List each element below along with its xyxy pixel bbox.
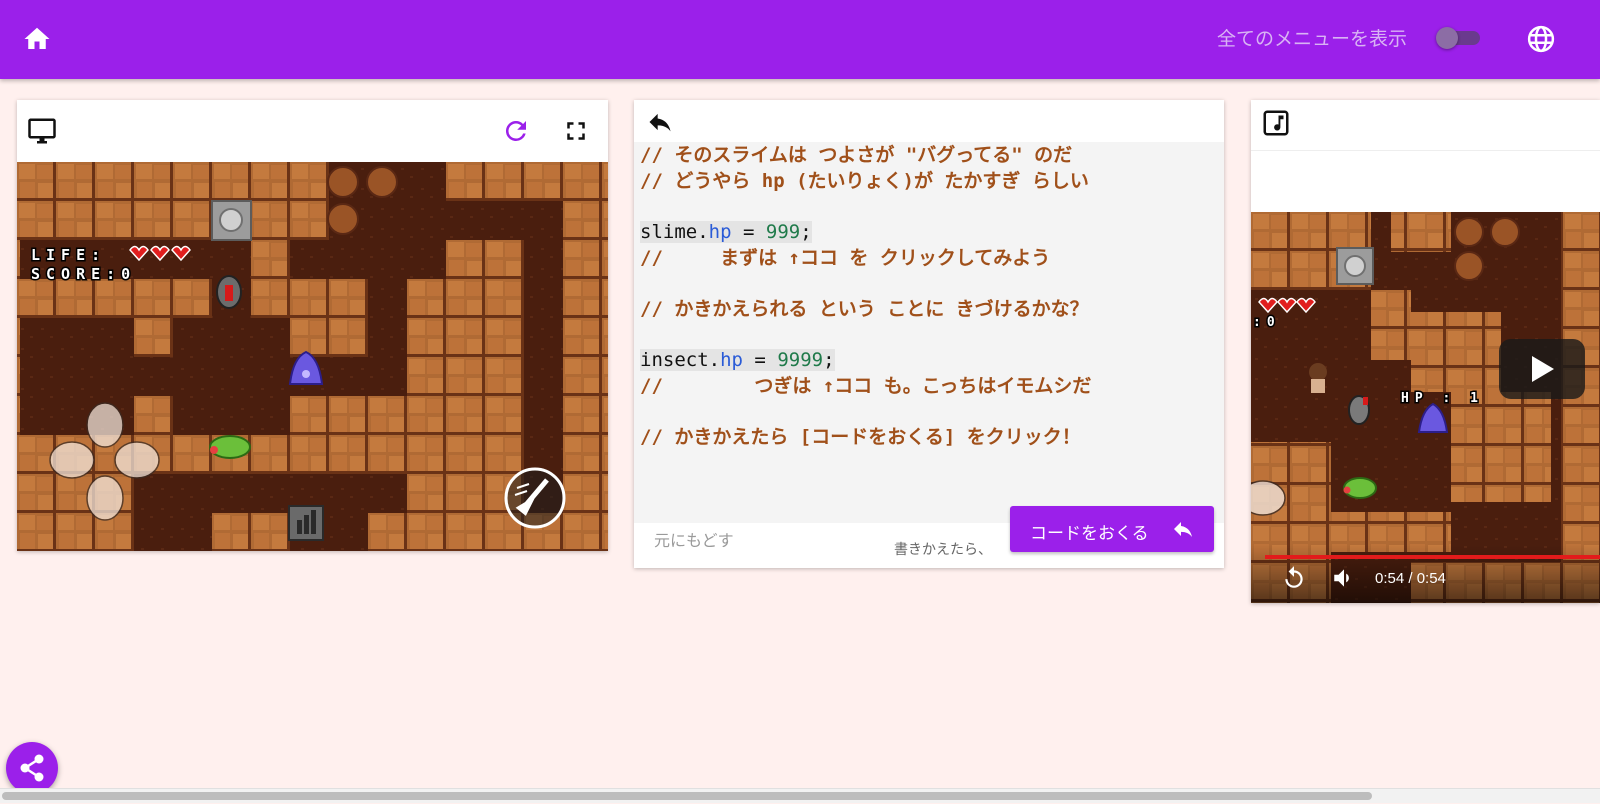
- video-controls: 0:54 / 0:54: [1251, 545, 1600, 603]
- video-progress-bar[interactable]: [1265, 555, 1600, 559]
- scrollbar-thumb[interactable]: [2, 792, 1372, 800]
- play-button[interactable]: [1499, 339, 1585, 399]
- insect-hp-property: hp: [720, 349, 743, 371]
- volume-button[interactable]: [1331, 565, 1361, 595]
- screen-button[interactable]: [27, 116, 57, 146]
- video-player[interactable]: :0 HP : 1 0:54 / 0:54: [1251, 212, 1600, 603]
- game-toolbar: [17, 100, 608, 162]
- insect-enemy: [209, 435, 251, 459]
- code-toolbar: [634, 100, 1224, 142]
- slime-hp-value[interactable]: 999: [766, 221, 800, 243]
- send-code-button[interactable]: コードをおくる: [1010, 506, 1214, 552]
- home-icon: [24, 27, 50, 49]
- video-hud-score: :0: [1253, 315, 1281, 330]
- undo-link[interactable]: 元にもどす: [654, 527, 734, 551]
- game-screen[interactable]: LIFE: SCORE:0: [17, 162, 608, 551]
- insect-hp-value[interactable]: 9999: [777, 349, 823, 371]
- globe-icon: [1527, 25, 1555, 53]
- hud-life-label: LIFE:: [31, 246, 106, 264]
- video-panel: :0 HP : 1 0:54 / 0:54: [1251, 100, 1600, 603]
- share-icon: [20, 754, 44, 782]
- rewrite-hint: 書きかえたら、: [894, 542, 992, 558]
- share-button[interactable]: [6, 742, 58, 794]
- reply-arrow-icon: [1174, 522, 1192, 537]
- language-button[interactable]: [1526, 24, 1556, 54]
- code-line-7: // かきかえられる という ことに きづけるかな？: [640, 298, 1089, 320]
- app-header: 全てのメニューを表示: [0, 0, 1600, 79]
- music-button[interactable]: [1261, 108, 1291, 138]
- code-line-12: // かきかえたら [コードをおくる] をクリック！: [640, 426, 1081, 448]
- insect-object: insect: [640, 349, 709, 371]
- slime-equals: =: [731, 221, 766, 243]
- show-all-menu-toggle[interactable]: [1436, 27, 1482, 49]
- video-knight: [1348, 395, 1370, 425]
- horizontal-scrollbar[interactable]: [0, 788, 1600, 803]
- stairs-block: [288, 505, 324, 541]
- code-line-5: // まずは ↑ココ を クリックしてみよう: [640, 247, 1051, 269]
- monitor-icon: [28, 118, 56, 144]
- code-panel: // そのスライムは つよさが "バグってる" のだ // どうやら hp (た…: [634, 100, 1224, 568]
- video-toolbar: [1251, 100, 1600, 151]
- code-line-2: // どうやら hp (たいりょく)が たかすぎ らしい: [640, 170, 1089, 192]
- send-code-label: コードをおくる: [1030, 524, 1149, 544]
- code-line-slime[interactable]: slime.hp = 999;: [640, 219, 812, 245]
- code-line-insect[interactable]: insect.hp = 9999;: [640, 347, 835, 373]
- attack-button: [504, 467, 566, 529]
- insect-semicolon: ;: [823, 349, 835, 371]
- slime-hp-property: hp: [708, 221, 732, 243]
- fullscreen-icon: [567, 122, 585, 140]
- undo-arrow-icon: [649, 113, 671, 132]
- toggle-thumb: [1436, 27, 1458, 49]
- hud-score: SCORE:0: [31, 265, 136, 283]
- enemy-hp-label: HP : 1: [1401, 391, 1484, 406]
- video-insect: [1343, 477, 1377, 499]
- music-note-icon: [1263, 110, 1289, 136]
- slime-object: slime: [640, 221, 698, 243]
- video-time: 0:54 / 0:54: [1375, 570, 1446, 587]
- metal-block: [211, 200, 252, 241]
- home-button[interactable]: [22, 24, 52, 54]
- replay-button[interactable]: [1281, 565, 1311, 595]
- play-icon: [1532, 356, 1554, 382]
- game-scene: LIFE: SCORE:0: [17, 162, 608, 551]
- replay-icon: [1285, 566, 1303, 588]
- slime-semicolon: ;: [800, 221, 812, 243]
- reload-icon: [505, 120, 526, 141]
- insect-equals: =: [742, 349, 778, 371]
- player-character: [216, 275, 242, 309]
- video-metal-block: [1336, 247, 1374, 285]
- show-all-menu-label: 全てのメニューを表示: [1217, 28, 1408, 50]
- back-button[interactable]: [646, 108, 676, 138]
- code-line-1: // そのスライムは つよさが "バグってる" のだ: [640, 144, 1073, 166]
- volume-icon: [1334, 569, 1349, 587]
- code-editor[interactable]: // そのスライムは つよさが "バグってる" のだ // どうやら hp (た…: [634, 142, 1224, 523]
- fullscreen-button[interactable]: [561, 116, 591, 146]
- code-line-10: // つぎは ↑ココ も。こっちはイモムシだ: [640, 375, 1092, 397]
- reload-button[interactable]: [501, 116, 531, 146]
- video-villager: [1309, 363, 1327, 393]
- game-panel: LIFE: SCORE:0: [17, 100, 608, 551]
